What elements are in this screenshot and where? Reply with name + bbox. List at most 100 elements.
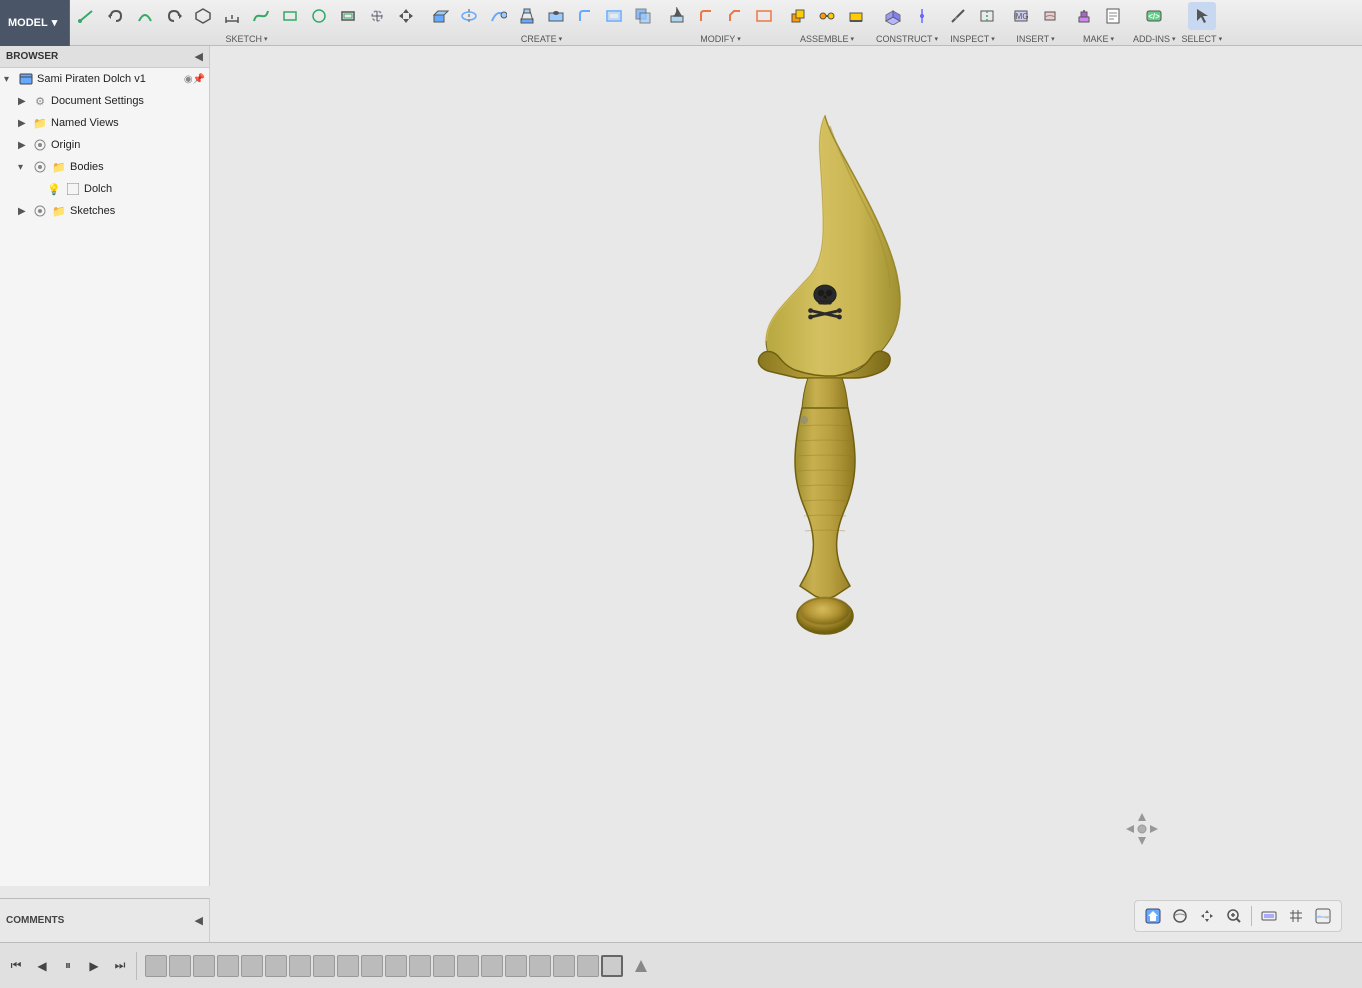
insert-canvas-btn[interactable]: IMG	[1007, 2, 1035, 30]
viewport-display-mode-btn[interactable]	[1257, 904, 1281, 928]
mode-dropdown[interactable]: MODEL ▾	[0, 0, 70, 46]
inspect-section-analysis-btn[interactable]	[973, 2, 1001, 30]
timeline-thumb-5[interactable]	[241, 955, 263, 977]
timeline-thumb-3[interactable]	[193, 955, 215, 977]
timeline-thumb-16[interactable]	[505, 955, 527, 977]
timeline-thumb-12[interactable]	[409, 955, 431, 977]
sketch-move-btn[interactable]	[392, 2, 420, 30]
sketch-rect-btn[interactable]	[276, 2, 304, 30]
timeline-thumb-19[interactable]	[577, 955, 599, 977]
inspect-dropdown-arrow[interactable]: ▾	[991, 35, 995, 43]
tree-item-origin[interactable]: ▶ Origin	[0, 134, 209, 156]
timeline-thumb-18[interactable]	[553, 955, 575, 977]
timeline-step-fwd-btn[interactable]: ▶	[82, 954, 106, 978]
timeline-go-to-end-btn[interactable]: ⏭	[108, 954, 132, 978]
modify-fillet-btn[interactable]	[692, 2, 720, 30]
tree-pin-root[interactable]: 📌	[193, 74, 205, 85]
create-combine-btn[interactable]	[629, 2, 657, 30]
timeline-thumb-17[interactable]	[529, 955, 551, 977]
select-dropdown-arrow[interactable]: ▾	[1219, 35, 1223, 43]
create-extrude-btn[interactable]	[426, 2, 454, 30]
sketch-project-btn[interactable]	[363, 2, 391, 30]
sketch-redo-btn[interactable]	[160, 2, 188, 30]
modify-dropdown-arrow[interactable]: ▾	[737, 35, 741, 43]
timeline-thumb-8[interactable]	[313, 955, 335, 977]
timeline-thumb-7[interactable]	[289, 955, 311, 977]
make-dropdown-arrow[interactable]: ▾	[1111, 35, 1115, 43]
create-loft-btn[interactable]	[513, 2, 541, 30]
construct-plane-btn[interactable]	[879, 2, 907, 30]
timeline-thumb-15[interactable]	[481, 955, 503, 977]
tree-item-namedviews[interactable]: ▶ 📁 Named Views	[0, 112, 209, 134]
tree-eye-root[interactable]: ◉	[184, 74, 193, 85]
sketch-section-label: SKETCH	[225, 34, 262, 44]
tree-expand-sketches[interactable]: ▶	[18, 206, 32, 217]
create-shell-btn[interactable]	[600, 2, 628, 30]
tree-expand-bodies[interactable]: ▾	[18, 162, 32, 173]
tree-item-bodies[interactable]: ▾ 📁 Bodies	[0, 156, 209, 178]
construct-axis-btn[interactable]	[908, 2, 936, 30]
make-drawing-btn[interactable]	[1099, 2, 1127, 30]
insert-decal-btn[interactable]	[1036, 2, 1064, 30]
create-revolve-btn[interactable]	[455, 2, 483, 30]
inspect-measure-btn[interactable]	[944, 2, 972, 30]
modify-chamfer-btn[interactable]	[721, 2, 749, 30]
tree-item-root[interactable]: ▾ Sami Piraten Dolch v1 ◉ 📌	[0, 68, 209, 90]
tree-item-docsettings[interactable]: ▶ ⚙ Document Settings	[0, 90, 209, 112]
sketch-spline-btn[interactable]	[247, 2, 275, 30]
browser-collapse-btn[interactable]: ◀	[195, 50, 203, 63]
timeline-thumb-11[interactable]	[385, 955, 407, 977]
timeline-thumb-9[interactable]	[337, 955, 359, 977]
timeline-thumb-1[interactable]	[145, 955, 167, 977]
sketch-offset-btn[interactable]	[334, 2, 362, 30]
select-btn[interactable]	[1188, 2, 1216, 30]
timeline-thumb-20[interactable]	[601, 955, 623, 977]
timeline-thumb-2[interactable]	[169, 955, 191, 977]
tree-expand-origin[interactable]: ▶	[18, 140, 32, 151]
viewport-home-btn[interactable]	[1141, 904, 1165, 928]
create-dropdown-arrow[interactable]: ▾	[559, 35, 563, 43]
timeline-play-pause-btn[interactable]: ⏸	[56, 954, 80, 978]
construct-dropdown-arrow[interactable]: ▾	[935, 35, 939, 43]
tree-expand-namedviews[interactable]: ▶	[18, 118, 32, 129]
viewport-grid-btn[interactable]	[1284, 904, 1308, 928]
create-hole-btn[interactable]	[542, 2, 570, 30]
sketch-line-btn[interactable]	[73, 2, 101, 30]
assemble-joint-btn[interactable]	[813, 2, 841, 30]
assemble-dropdown-arrow[interactable]: ▾	[851, 35, 855, 43]
comments-collapse-btn[interactable]: ◀	[195, 914, 203, 927]
sketch-circle-btn[interactable]	[305, 2, 333, 30]
sketch-arc-btn[interactable]	[131, 2, 159, 30]
timeline-thumb-4[interactable]	[217, 955, 239, 977]
timeline-marker-btn[interactable]	[629, 954, 653, 978]
assemble-new-component-btn[interactable]	[784, 2, 812, 30]
sketch-polygon-btn[interactable]	[189, 2, 217, 30]
viewport-orbit-btn[interactable]	[1168, 904, 1192, 928]
assemble-ground-btn[interactable]	[842, 2, 870, 30]
viewport-pan-btn[interactable]	[1195, 904, 1219, 928]
addins-dropdown-arrow[interactable]: ▾	[1172, 35, 1176, 43]
timeline-thumb-14[interactable]	[457, 955, 479, 977]
addins-scripts-btn[interactable]: </>	[1140, 2, 1168, 30]
create-sweep-btn[interactable]	[484, 2, 512, 30]
viewport-environment-btn[interactable]	[1311, 904, 1335, 928]
timeline-thumb-13[interactable]	[433, 955, 455, 977]
sketch-dropdown-arrow[interactable]: ▾	[264, 35, 268, 43]
tree-icon-root	[18, 71, 34, 87]
viewport-zoom-btn[interactable]	[1222, 904, 1246, 928]
tree-expand-docsettings[interactable]: ▶	[18, 96, 32, 107]
tree-item-sketches[interactable]: ▶ 📁 Sketches	[0, 200, 209, 222]
tree-expand-root[interactable]: ▾	[4, 74, 18, 85]
timeline-thumb-6[interactable]	[265, 955, 287, 977]
sketch-dim-btn[interactable]	[218, 2, 246, 30]
timeline-go-to-start-btn[interactable]: ⏮	[4, 954, 28, 978]
timeline-step-back-btn[interactable]: ◀	[30, 954, 54, 978]
modify-shell-btn[interactable]	[750, 2, 778, 30]
sketch-undo-btn[interactable]	[102, 2, 130, 30]
make-3d-print-btn[interactable]	[1070, 2, 1098, 30]
tree-item-dolch[interactable]: ▶ 💡 Dolch	[0, 178, 209, 200]
modify-press-pull-btn[interactable]	[663, 2, 691, 30]
insert-dropdown-arrow[interactable]: ▾	[1051, 35, 1055, 43]
create-fillet-btn[interactable]	[571, 2, 599, 30]
timeline-thumb-10[interactable]	[361, 955, 383, 977]
